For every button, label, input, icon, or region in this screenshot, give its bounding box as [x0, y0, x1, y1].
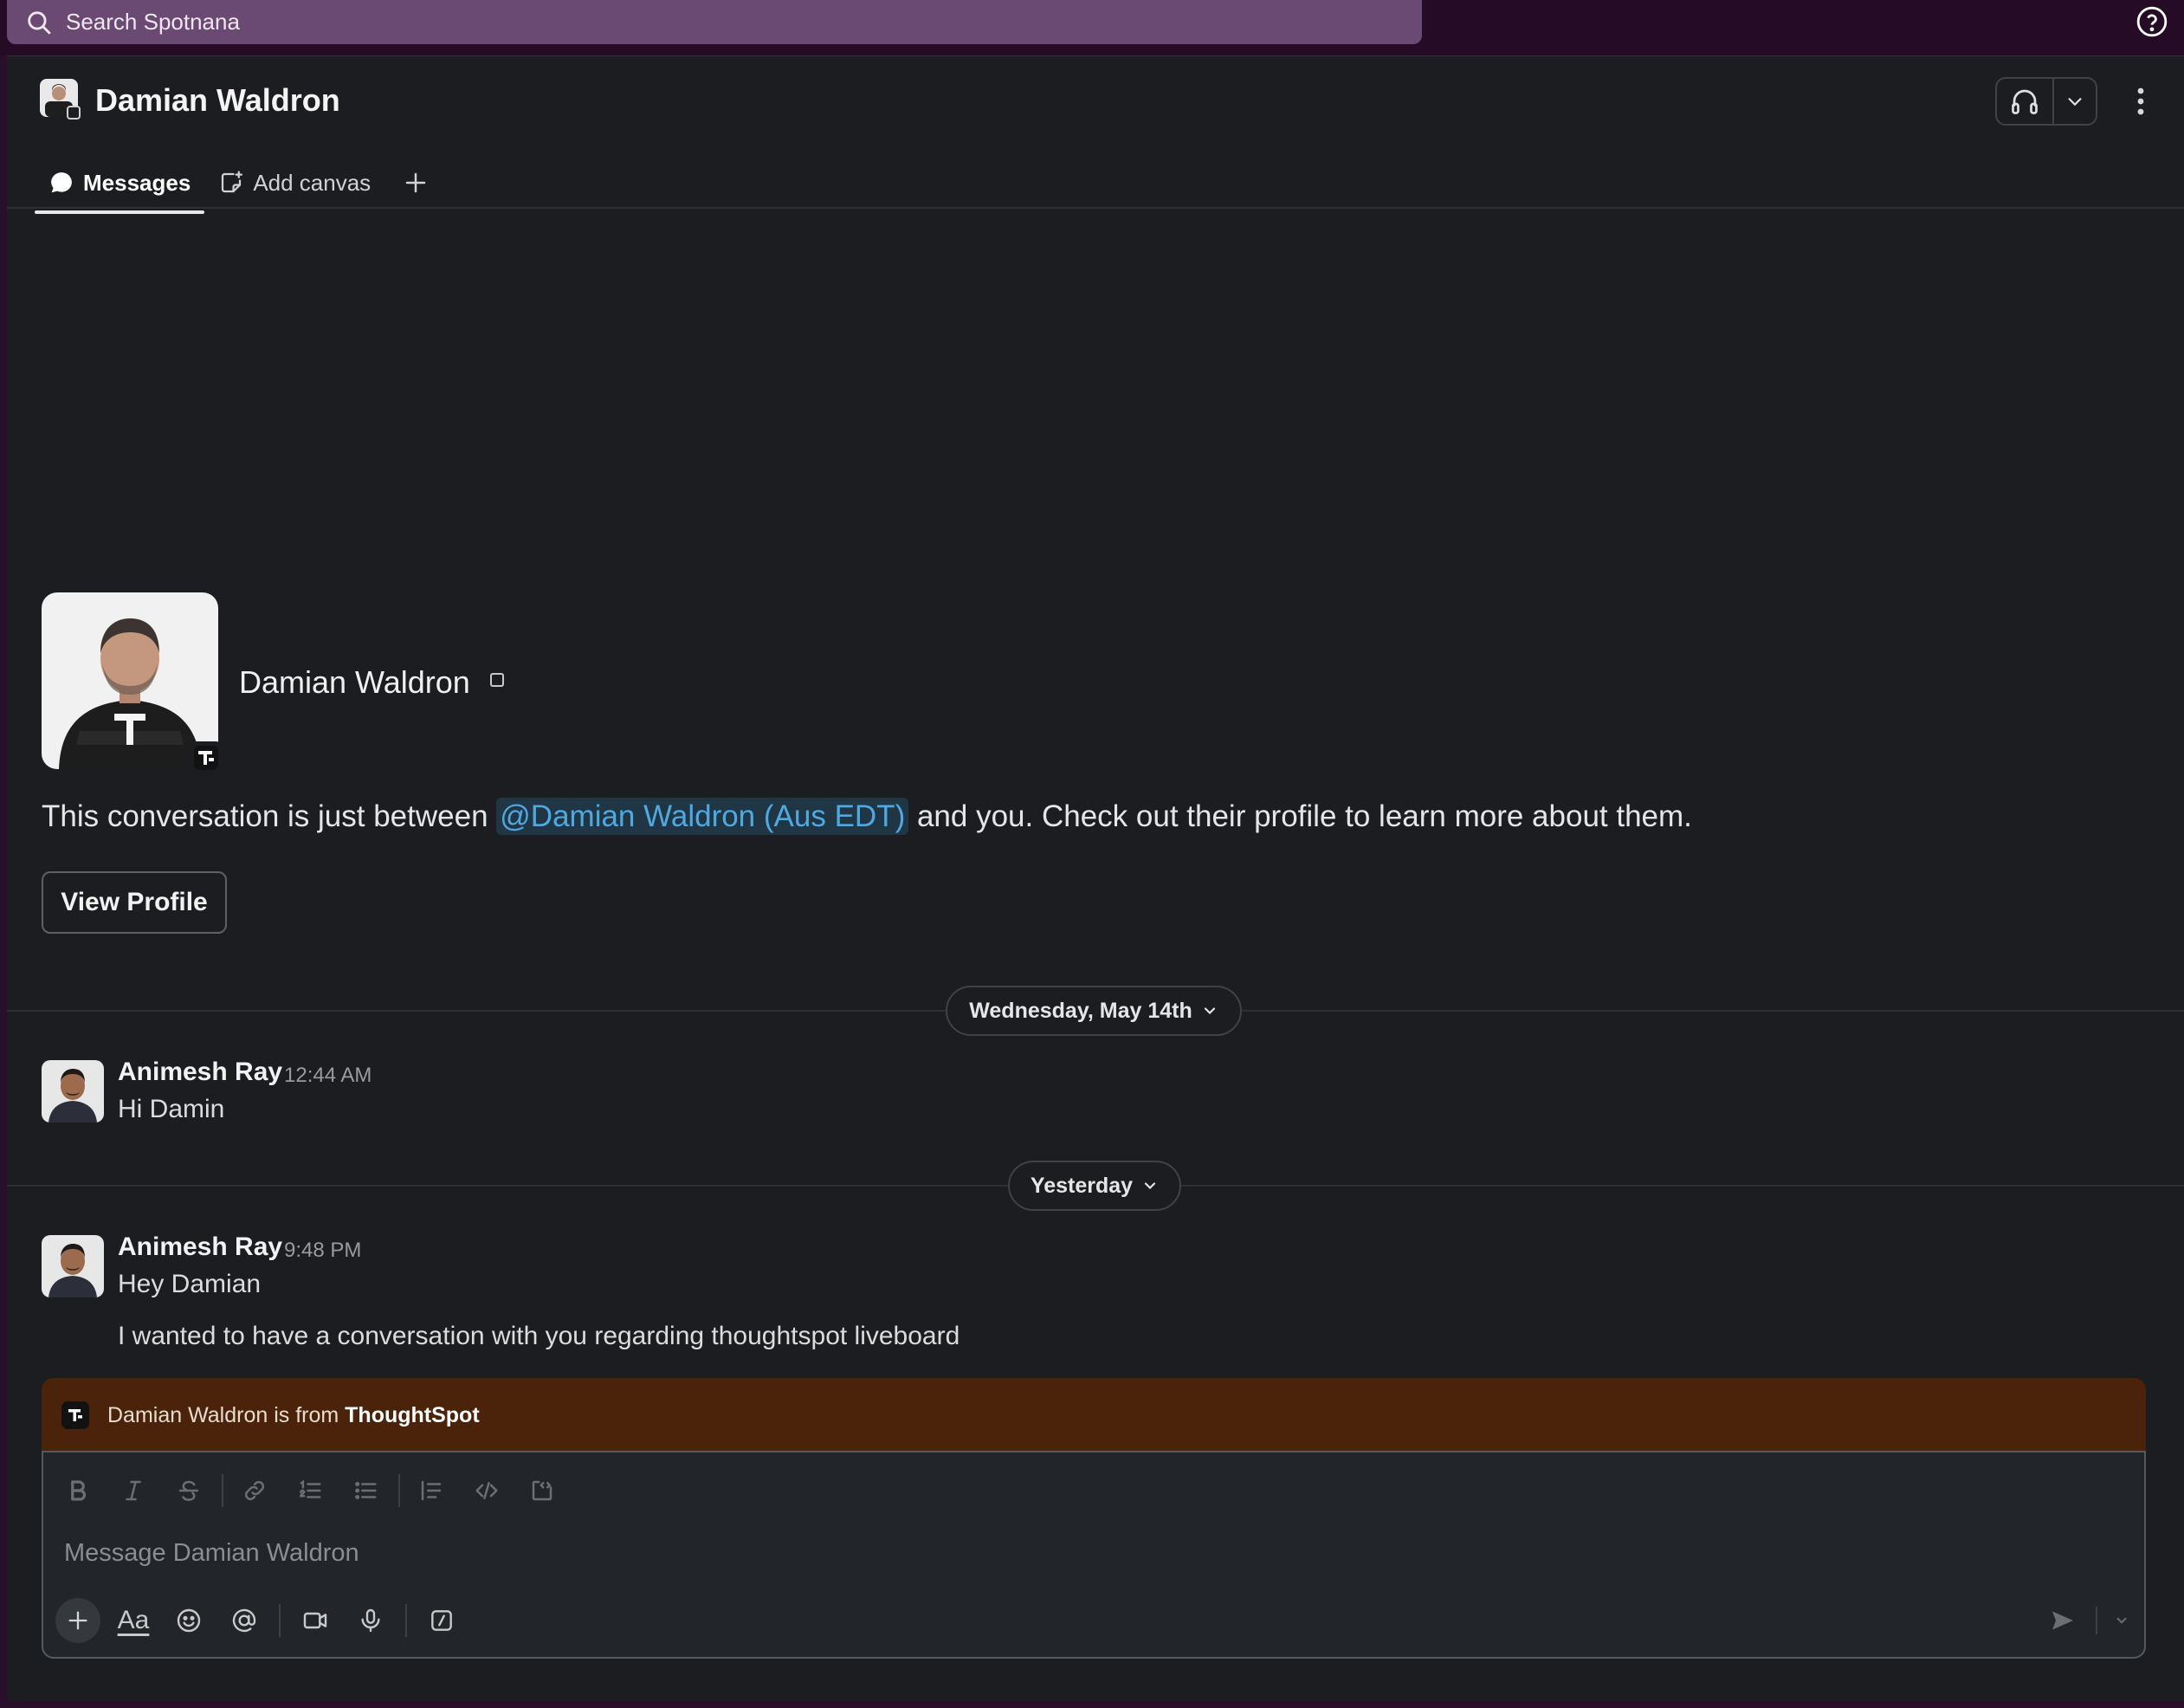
more-vertical-icon[interactable]: [2122, 81, 2160, 122]
message-composer: Aa: [42, 1451, 2146, 1659]
message-bubble-icon: [48, 170, 74, 196]
profile-name[interactable]: Damian Waldron: [239, 664, 470, 701]
message-author[interactable]: Animesh Ray: [118, 1058, 282, 1087]
search-icon: [24, 8, 54, 37]
tab-add-canvas-label: Add canvas: [253, 169, 372, 196]
send-icon[interactable]: [2040, 1598, 2085, 1643]
message-timestamp[interactable]: 9:48 PM: [284, 1239, 361, 1263]
link-icon[interactable]: [232, 1468, 277, 1513]
avatar[interactable]: [42, 1235, 104, 1297]
blockquote-icon[interactable]: [409, 1468, 454, 1513]
huddle-button-group: [1995, 77, 2097, 126]
thoughtspot-icon: [61, 1401, 90, 1430]
video-icon[interactable]: [293, 1598, 338, 1643]
formatting-toolbar: [55, 1468, 575, 1513]
code-block-icon[interactable]: [520, 1468, 565, 1513]
message-text: I wanted to have a conversation with you…: [118, 1322, 960, 1350]
composer-actions: Aa: [55, 1598, 475, 1643]
toolbar-separator: [222, 1474, 223, 1507]
chevron-down-icon: [1141, 1177, 1159, 1194]
text-format-toggle[interactable]: Aa: [111, 1598, 156, 1643]
intro-text-after: and you. Check out their profile to lear…: [908, 799, 1692, 833]
tab-messages-label: Messages: [83, 169, 191, 196]
avatar[interactable]: [42, 1060, 104, 1122]
bulleted-list-icon[interactable]: [343, 1468, 388, 1513]
intro-text-before: This conversation is just between: [42, 799, 497, 833]
ordered-list-icon[interactable]: [288, 1468, 333, 1513]
chevron-down-icon: [1201, 1002, 1218, 1019]
chevron-down-icon[interactable]: [2104, 1600, 2139, 1641]
toolbar-separator: [398, 1474, 400, 1507]
chevron-down-icon[interactable]: [2054, 79, 2096, 124]
plus-icon[interactable]: [391, 152, 440, 214]
headphones-icon[interactable]: [1997, 79, 2054, 124]
presence-status-icon: [490, 673, 504, 687]
canvas-icon: [218, 170, 244, 196]
strikethrough-icon[interactable]: [166, 1468, 211, 1513]
header-avatar[interactable]: [40, 79, 81, 120]
toolbar-separator: [2096, 1607, 2097, 1634]
conversation-intro-text: This conversation is just between @Damia…: [42, 798, 1692, 835]
message-timestamp[interactable]: 12:44 AM: [284, 1064, 372, 1088]
top-bar: Search Spotnana: [0, 0, 2184, 55]
bold-icon[interactable]: [55, 1468, 100, 1513]
date-label: Wednesday, May 14th: [969, 998, 1192, 1023]
user-mention-link[interactable]: @Damian Waldron (Aus EDT): [496, 798, 909, 835]
conversation-title[interactable]: Damian Waldron: [95, 82, 340, 119]
toolbar-separator: [279, 1604, 281, 1637]
tab-messages[interactable]: Messages: [35, 152, 205, 214]
help-icon[interactable]: [2136, 5, 2168, 38]
external-org-name: ThoughtSpot: [345, 1402, 480, 1427]
date-label: Yesterday: [1030, 1173, 1134, 1198]
emoji-icon[interactable]: [166, 1598, 211, 1643]
tab-divider: [7, 207, 2184, 209]
date-divider-yesterday[interactable]: Yesterday: [1008, 1161, 1181, 1211]
date-divider-wednesday[interactable]: Wednesday, May 14th: [946, 986, 1242, 1036]
plus-icon[interactable]: [55, 1598, 100, 1643]
message-text: Hey Damian: [118, 1270, 262, 1298]
tab-bar: Messages Add canvas: [35, 152, 440, 214]
search-bar[interactable]: Search Spotnana: [7, 0, 1422, 44]
conversation-panel: Damian Waldron Messages Add canvas Damia…: [7, 55, 2184, 1701]
message-input[interactable]: [64, 1529, 1969, 1577]
external-org-text: Damian Waldron is from ThoughtSpot: [107, 1402, 480, 1427]
toolbar-separator: [405, 1604, 407, 1637]
search-placeholder: Search Spotnana: [66, 9, 240, 35]
thoughtspot-icon: [189, 741, 223, 775]
tab-add-canvas[interactable]: Add canvas: [204, 152, 384, 214]
microphone-icon[interactable]: [348, 1598, 393, 1643]
code-icon[interactable]: [464, 1468, 509, 1513]
text-format-label: Aa: [117, 1606, 150, 1634]
slash-command-icon[interactable]: [419, 1598, 464, 1643]
external-org-banner: Damian Waldron is from ThoughtSpot: [42, 1378, 2146, 1452]
message-author[interactable]: Animesh Ray: [118, 1232, 282, 1262]
mention-icon[interactable]: [222, 1598, 267, 1643]
italic-icon[interactable]: [111, 1468, 156, 1513]
message-text: Hi Damin: [118, 1095, 225, 1123]
view-profile-button[interactable]: View Profile: [42, 871, 227, 934]
